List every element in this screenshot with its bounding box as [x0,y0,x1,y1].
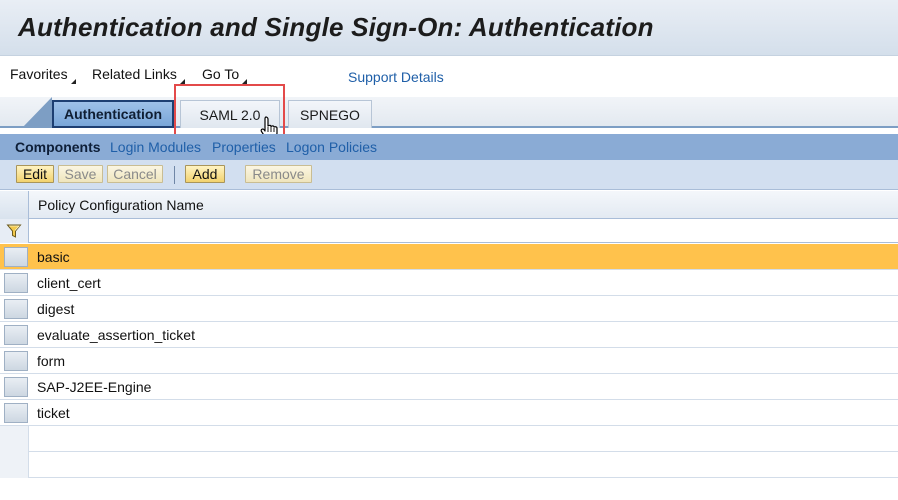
sub-nav-login-modules[interactable]: Login Modules [110,139,201,155]
menu-favorites[interactable]: Favorites [10,66,76,84]
table-body: basic client_certdigest evaluate_assertion… [0,244,898,478]
row-selector[interactable] [4,403,28,423]
menu-bar: Favorites Related Links Go To Support De… [0,57,898,97]
table-row[interactable]: digest [0,296,898,322]
policy-name-cell: SAP-J2EE-Engine [37,379,152,395]
policy-name-cell: ticket [37,405,70,421]
table-row[interactable]: client_cert [0,270,898,296]
sub-nav-properties[interactable]: Properties [212,139,276,155]
tab-strip-slant [22,97,52,128]
title-bar: Authentication and Single Sign-On: Authe… [0,0,898,56]
menu-go-to[interactable]: Go To [202,66,248,84]
row-selector-empty [0,452,29,478]
table-row[interactable]: evaluate_assertion_ticket [0,322,898,348]
menu-related-links[interactable]: Related Links [92,66,185,84]
row-selector[interactable] [4,325,28,345]
tab-strip: Authentication SAML 2.0 SPNEGO [0,97,898,128]
policy-name-cell: digest [37,301,75,317]
menu-triangle-icon [70,74,76,84]
sub-navigation: Components Login Modules Properties Logo… [0,134,898,160]
policy-name-cell: form [37,353,65,369]
sub-nav-logon-policies[interactable]: Logon Policies [286,139,377,155]
tab-saml-label: SAML 2.0 [199,106,261,123]
column-header-policy-name[interactable]: Policy Configuration Name [38,197,204,213]
table-row[interactable]: ticket [0,400,898,426]
cancel-button[interactable]: Cancel [107,165,163,183]
menu-go-to-label: Go To [202,66,240,82]
remove-button[interactable]: Remove [245,165,312,183]
row-selector[interactable] [4,299,28,319]
menu-triangle-icon [179,74,185,84]
menu-favorites-label: Favorites [10,66,68,82]
empty-table-row [0,426,898,452]
filter-funnel-icon [6,224,22,238]
save-button[interactable]: Save [58,165,103,183]
add-button[interactable]: Add [185,165,225,183]
sub-nav-components[interactable]: Components [15,139,101,155]
filter-row [0,219,898,243]
support-details-link[interactable]: Support Details [348,69,444,85]
filter-toggle[interactable] [0,219,29,243]
table-row[interactable]: SAP-J2EE-Engine [0,374,898,400]
row-selector[interactable] [4,273,28,293]
row-selector[interactable] [4,351,28,371]
tab-spnego[interactable]: SPNEGO [288,100,372,128]
menu-triangle-icon [242,74,248,84]
toolbar-separator [174,166,175,184]
policy-name-cell: basic [37,249,70,265]
tab-saml[interactable]: SAML 2.0 [180,100,280,128]
toolbar: Edit Save Cancel Add Remove [0,160,898,190]
select-all-corner[interactable] [0,191,29,219]
tab-spnego-label: SPNEGO [300,106,360,123]
page-title: Authentication and Single Sign-On: Authe… [18,12,654,42]
policy-table: Policy Configuration Name basic client_ce… [0,191,898,500]
table-row[interactable]: form [0,348,898,374]
table-row[interactable]: basic [0,244,898,270]
tab-authentication-label: Authentication [64,106,162,122]
policy-name-cell: client_cert [37,275,101,291]
edit-button[interactable]: Edit [16,165,54,183]
menu-related-links-label: Related Links [92,66,177,82]
policy-name-cell: evaluate_assertion_ticket [37,327,195,343]
table-header: Policy Configuration Name [0,191,898,219]
row-selector[interactable] [4,247,28,267]
row-selector-empty [0,426,29,452]
row-selector[interactable] [4,377,28,397]
tab-authentication[interactable]: Authentication [52,100,174,128]
empty-table-row [0,452,898,478]
